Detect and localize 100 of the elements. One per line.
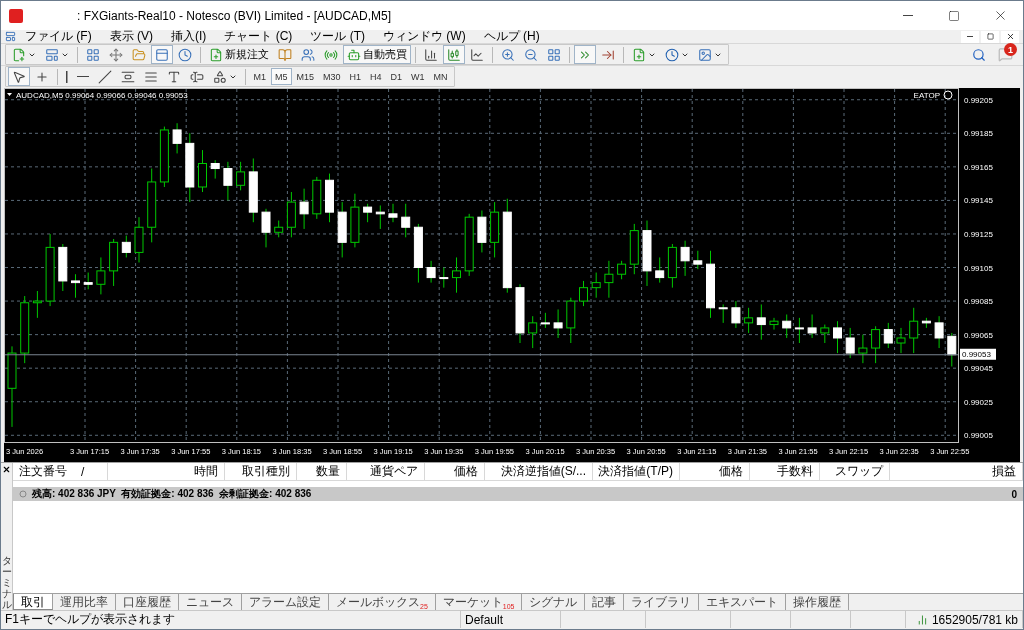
terminal-tab[interactable]: メールボックス$_{25}$: [329, 594, 436, 610]
timeframe-button[interactable]: H1: [345, 68, 366, 85]
horizontal-line-icon: [76, 75, 89, 78]
price-label: 0.99185: [964, 129, 993, 139]
price-label: 0.99065: [964, 330, 993, 340]
column-header[interactable]: 時間: [108, 463, 225, 480]
column-header[interactable]: 手数料: [750, 463, 820, 480]
timeframe-button[interactable]: W1: [407, 68, 429, 85]
candle: [947, 332, 957, 367]
candle: [109, 238, 119, 287]
menu-item[interactable]: ツール (T): [301, 28, 374, 45]
timeframe-button[interactable]: M15: [292, 68, 319, 85]
minimize-button[interactable]: [961, 30, 979, 43]
terminal-tab[interactable]: 取引: [13, 594, 53, 610]
candle: [236, 161, 246, 191]
candle: [896, 327, 906, 354]
trend-line-icon: [97, 69, 112, 84]
menu-item[interactable]: チャート (C): [215, 28, 302, 45]
toolbar-button[interactable]: 自動売買: [343, 45, 411, 64]
candle: [528, 315, 538, 349]
timeframe-button[interactable]: M1: [249, 68, 270, 85]
timeframe-button[interactable]: M30: [319, 68, 345, 85]
candle: [274, 220, 284, 238]
column-header[interactable]: 通貨ペア: [347, 463, 425, 480]
menu-item[interactable]: 表示 (V): [100, 28, 162, 45]
column-header[interactable]: 価格: [680, 463, 750, 480]
candle: [591, 272, 601, 299]
terminal-tab[interactable]: 運用比率: [53, 594, 116, 610]
candle: [439, 267, 449, 289]
terminal-tab[interactable]: マーケット$_{105}$: [435, 594, 523, 610]
terminal-tab[interactable]: エキスパート: [699, 594, 787, 610]
price-label: 0.99145: [964, 196, 993, 206]
price-label: 0.99005: [964, 431, 993, 441]
candle: [20, 295, 30, 364]
robot-icon: [347, 47, 361, 62]
close-icon[interactable]: [2, 465, 11, 474]
candle: [820, 324, 830, 344]
shapes-icon: [212, 69, 227, 84]
column-header[interactable]: 価格: [425, 463, 485, 480]
candle: [248, 157, 258, 223]
candle: [337, 201, 347, 258]
file-plus-icon: [12, 47, 26, 62]
candle: [299, 188, 309, 230]
menu-item[interactable]: ファイル (F): [16, 28, 101, 45]
candle: [261, 208, 271, 248]
terminal-tab[interactable]: 口座履歴: [116, 594, 179, 610]
timeframe-button[interactable]: D1: [386, 68, 407, 85]
column-header[interactable]: 注文番号: [19, 463, 67, 480]
notification-button[interactable]: 1: [998, 47, 1013, 62]
terminal-tab[interactable]: 操作履歴: [786, 594, 850, 610]
search-icon[interactable]: [972, 47, 986, 62]
column-header[interactable]: 決済指値(T/P): [593, 463, 680, 480]
timeframe-button[interactable]: M5: [271, 68, 292, 85]
timeframe-button[interactable]: H4: [366, 68, 386, 85]
price-label: 0.99085: [964, 297, 993, 307]
toolbar-button[interactable]: [8, 67, 30, 86]
menu-item[interactable]: 挿入(I): [162, 28, 216, 45]
triangle-icon: [7, 93, 12, 96]
column-header[interactable]: スワップ: [820, 463, 890, 480]
profile-name: Default: [465, 612, 504, 627]
candle: [909, 307, 919, 354]
close-button[interactable]: [1001, 30, 1019, 43]
text-label-icon: [189, 69, 204, 84]
folder-icon: [132, 47, 146, 62]
four-arrows-icon: [109, 47, 123, 62]
maximize-icon: [948, 9, 960, 22]
candle: [121, 235, 131, 258]
candle: [566, 297, 576, 344]
price-label: 0.99025: [964, 397, 993, 407]
balance-text: 残高: 402 836 JPY 有効証拠金: 402 836 余剰証拠金: 402 836: [32, 487, 313, 501]
ref-line-label: 0.99053: [962, 350, 992, 360]
expert-name: EATOP: [913, 91, 940, 100]
column-header[interactable]: 損益: [890, 463, 1023, 480]
terminal-tab[interactable]: ライブラリ: [624, 594, 700, 610]
window-title: : FXGiants-Real10 - Notesco (BVI) Limited - [AUDCAD,M5]: [77, 8, 393, 23]
candle: [172, 122, 182, 154]
candle: [71, 273, 80, 299]
column-header[interactable]: 取引種別: [225, 463, 297, 480]
candle: [617, 260, 627, 280]
candle: [159, 126, 169, 188]
terminal-tab[interactable]: アラーム設定: [242, 594, 329, 610]
candle: [185, 132, 195, 203]
column-header[interactable]: 決済逆指値(S/...: [485, 463, 593, 480]
price-label: 0.99045: [964, 364, 993, 374]
menu-item[interactable]: ウィンドウ (W): [374, 28, 475, 45]
toolbar-button[interactable]: 新規注文: [205, 45, 273, 64]
price-label: 0.99105: [964, 263, 993, 273]
terminal-tab[interactable]: シグナル: [522, 594, 586, 610]
traffic-text: 1652905/781 kb: [931, 612, 1018, 627]
candle: [325, 173, 334, 223]
terminal-tab[interactable]: ニュース: [179, 594, 242, 610]
menu-item[interactable]: ヘルプ (H): [474, 28, 549, 45]
timeframe-button[interactable]: MN: [429, 68, 452, 85]
terminal-tab[interactable]: 記事: [585, 594, 625, 610]
candle: [477, 209, 487, 253]
column-header[interactable]: 数量: [297, 463, 347, 480]
dot-icon: [19, 490, 27, 498]
candle: [452, 256, 461, 294]
candle: [134, 216, 144, 263]
people-icon: [301, 47, 315, 62]
